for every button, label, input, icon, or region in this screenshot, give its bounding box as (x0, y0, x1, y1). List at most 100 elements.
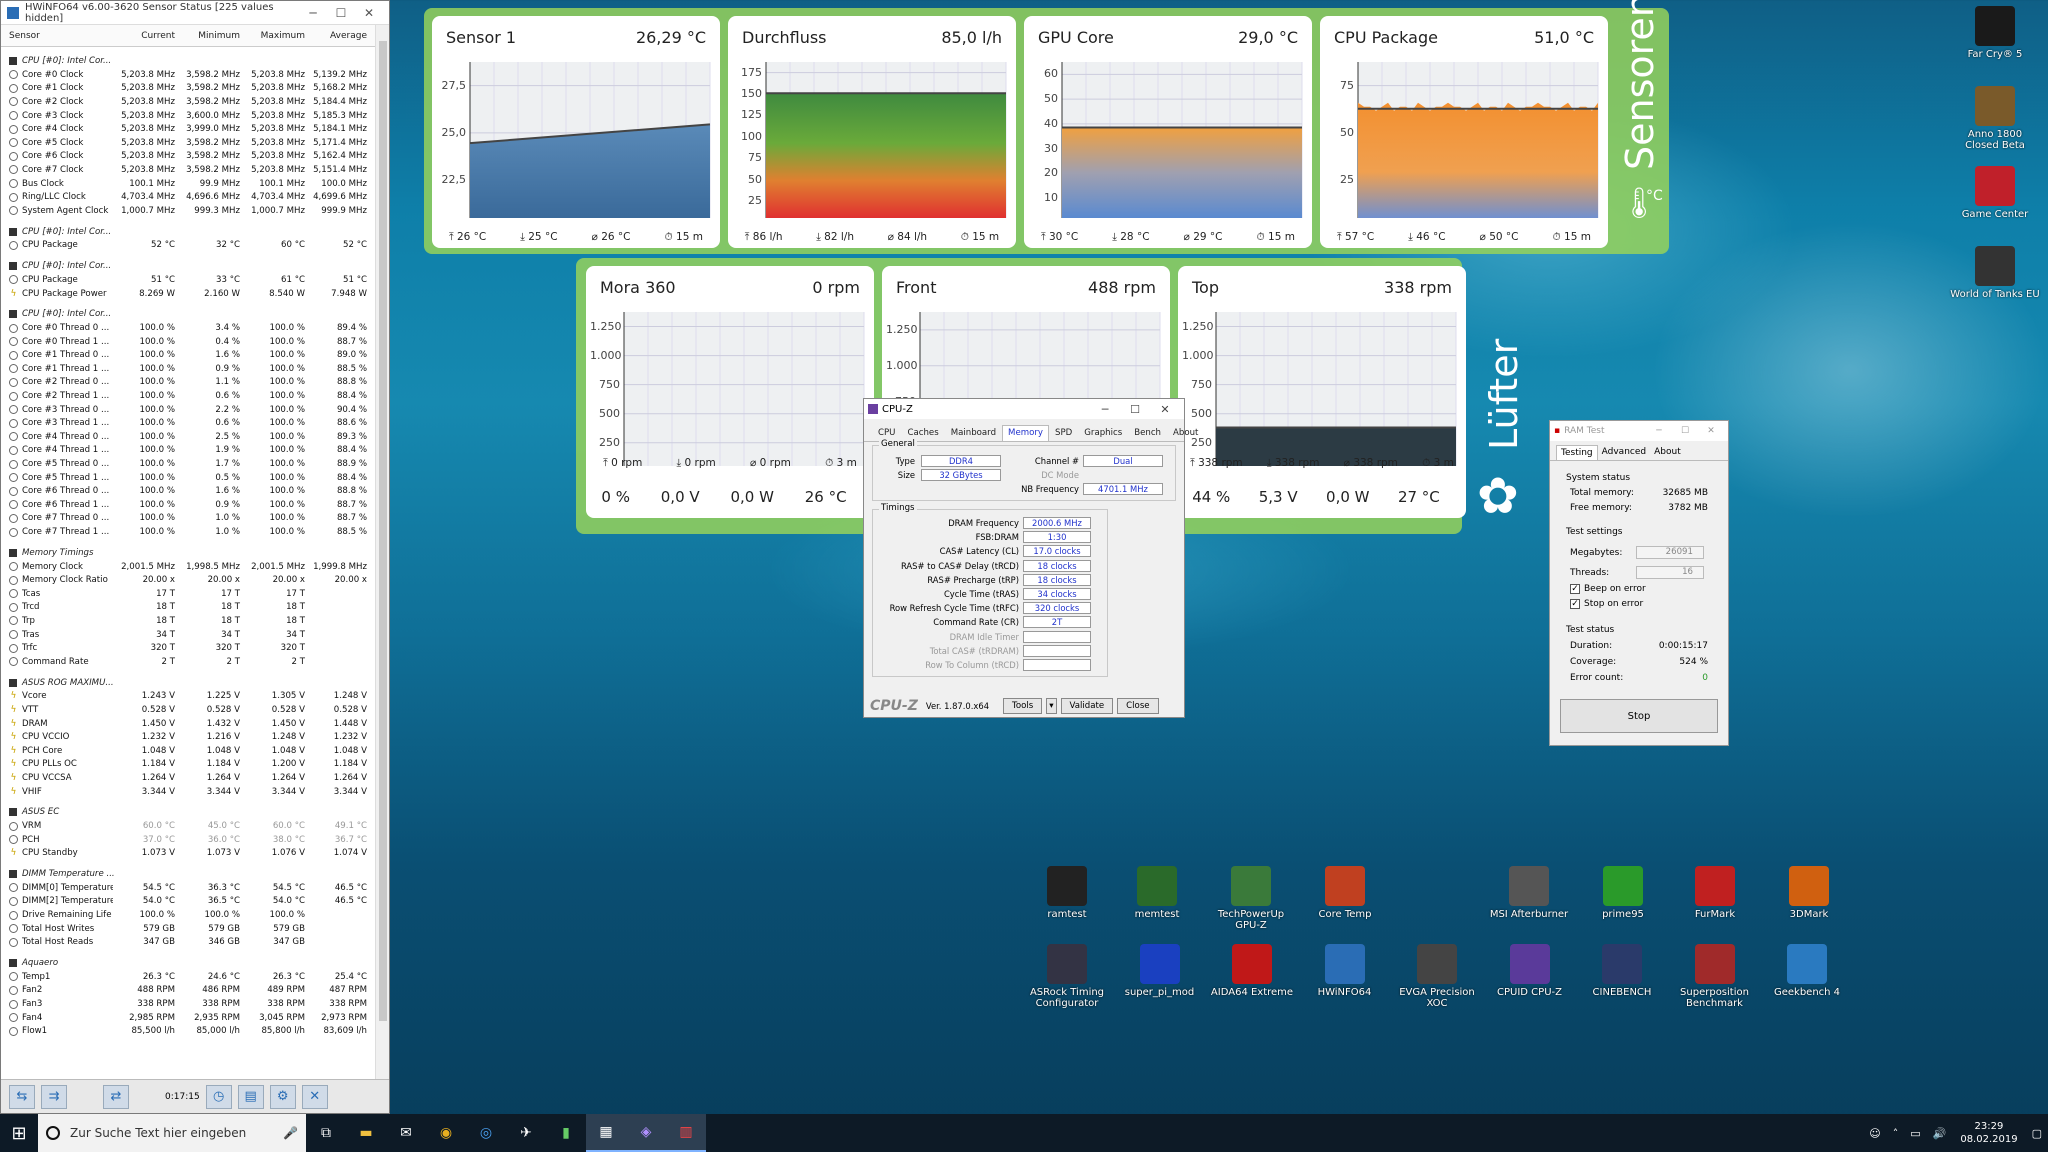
col-average[interactable]: Average (308, 31, 370, 41)
table-row[interactable]: Tras 34 T 34 T 34 T (1, 628, 375, 642)
scrollbar-thumb[interactable] (379, 41, 387, 1021)
desktop-icon[interactable]: prime95 (1578, 866, 1668, 920)
threads-input[interactable]: 16 (1636, 566, 1704, 579)
sensor-group[interactable]: CPU [#0]: Intel Cor... (1, 54, 375, 68)
close-button[interactable]: Close (1117, 698, 1159, 714)
table-row[interactable]: Total Host Writes 579 GB 579 GB 579 GB (1, 922, 375, 936)
table-row[interactable]: Core #5 Clock 5,203.8 MHz 3,598.2 MHz 5,203… (1, 136, 375, 150)
tab-spd[interactable]: SPD (1049, 425, 1078, 441)
table-row[interactable]: ϟ CPU VCCIO 1.232 V 1.216 V 1.248 V 1.232 V (1, 730, 375, 744)
table-row[interactable]: Core #4 Clock 5,203.8 MHz 3,999.0 MHz 5,203… (1, 122, 375, 136)
col-sensor[interactable]: Sensor (1, 31, 113, 41)
desktop-icon[interactable]: ASRock Timing Configurator (1022, 944, 1112, 1009)
table-row[interactable]: Fan3 338 RPM 338 RPM 338 RPM 338 RPM (1, 997, 375, 1011)
table-row[interactable]: Core #4 Thread 1 ... 100.0 % 1.9 % 100.0 % 8… (1, 444, 375, 458)
cpuz-titlebar[interactable]: CPU-Z ─ ☐ ✕ (864, 399, 1184, 419)
tab-graphics[interactable]: Graphics (1078, 425, 1128, 441)
network-icon[interactable]: ⇄ (103, 1084, 129, 1109)
col-maximum[interactable]: Maximum (243, 31, 308, 41)
sensor-group[interactable]: Aquaero (1, 956, 375, 970)
table-row[interactable]: Fan4 2,985 RPM 2,935 RPM 3,045 RPM 2,973 RPM (1, 1011, 375, 1025)
table-row[interactable]: Core #0 Thread 1 ... 100.0 % 0.4 % 100.0 % 8… (1, 335, 375, 349)
table-row[interactable]: ϟ DRAM 1.450 V 1.432 V 1.450 V 1.448 V (1, 717, 375, 731)
table-row[interactable]: Command Rate 2 T 2 T 2 T (1, 655, 375, 669)
tab-testing[interactable]: Testing (1556, 445, 1598, 460)
desktop-icon[interactable]: FurMark (1670, 866, 1760, 920)
table-row[interactable]: DIMM[2] Temperature 54.0 °C 36.5 °C 54.0 °C… (1, 895, 375, 909)
sensor-group[interactable]: CPU [#0]: Intel Cor... (1, 225, 375, 239)
desktop-icon[interactable]: TechPowerUp GPU-Z (1206, 866, 1296, 931)
table-row[interactable]: Trcd 18 T 18 T 18 T (1, 601, 375, 615)
table-row[interactable]: Core #0 Thread 0 ... 100.0 % 3.4 % 100.0 % 8… (1, 321, 375, 335)
desktop-icon[interactable]: super_pi_mod (1115, 944, 1205, 998)
maximize-button[interactable]: ☐ (1672, 426, 1698, 436)
table-row[interactable]: Core #5 Thread 1 ... 100.0 % 0.5 % 100.0 % 8… (1, 471, 375, 485)
sensor-group[interactable]: DIMM Temperature ... (1, 867, 375, 881)
close-button[interactable]: ✕ (1698, 426, 1724, 436)
hwinfo-titlebar[interactable]: HWiNFO64 v6.00-3620 Sensor Status [225 v… (1, 1, 389, 25)
table-row[interactable]: Core #2 Clock 5,203.8 MHz 3,598.2 MHz 5,203… (1, 95, 375, 109)
clock-icon[interactable]: ◷ (205, 1084, 232, 1109)
tab-memory[interactable]: Memory (1002, 425, 1049, 441)
table-row[interactable]: VRM 60.0 °C 45.0 °C 60.0 °C 49.1 °C (1, 819, 375, 833)
sensor-group[interactable]: ASUS ROG MAXIMU... (1, 676, 375, 690)
validate-button[interactable]: Validate (1060, 698, 1114, 714)
cpuz-window[interactable]: CPU-Z ─ ☐ ✕ CPU Caches Mainboard Memory SPD G… (863, 398, 1198, 718)
desktop-icon[interactable]: Superposition Benchmark (1670, 944, 1760, 1009)
close-button[interactable]: ✕ (1150, 403, 1180, 416)
nav-right-icon[interactable]: ⇉ (41, 1084, 67, 1109)
table-row[interactable]: Core #6 Thread 1 ... 100.0 % 0.9 % 100.0 % 8… (1, 498, 375, 512)
gpuz-icon[interactable]: ▮ (546, 1114, 586, 1152)
table-row[interactable]: Total Host Reads 347 GB 346 GB 347 GB (1, 935, 375, 949)
close-icon[interactable]: ✕ (301, 1084, 328, 1109)
settings-icon[interactable]: ⚙ (269, 1084, 296, 1109)
table-row[interactable]: Core #1 Clock 5,203.8 MHz 3,598.2 MHz 5,203… (1, 82, 375, 96)
table-row[interactable]: Flow1 85,500 l/h 85,000 l/h 85,800 l/h 83,60… (1, 1024, 375, 1038)
table-row[interactable]: System Agent Clock 1,000.7 MHz 999.3 MHz 1,… (1, 204, 375, 218)
beep-on-error-checkbox[interactable]: ✓ Beep on error (1570, 584, 1646, 594)
table-row[interactable]: ϟ VHIF 3.344 V 3.344 V 3.344 V 3.344 V (1, 785, 375, 799)
microphone-icon[interactable]: 🎤 (283, 1126, 298, 1140)
hwinfo-taskbar-icon[interactable]: ▦ (586, 1114, 626, 1152)
megabytes-input[interactable]: 26091 (1636, 546, 1704, 559)
tools-dropdown[interactable]: ▾ (1046, 698, 1057, 714)
desktop-icon[interactable]: AIDA64 Extreme (1207, 944, 1297, 998)
network-icon[interactable]: ▭ (1910, 1127, 1920, 1140)
search-box[interactable]: Zur Suche Text hier eingeben 🎤 (38, 1114, 306, 1152)
desktop-icon[interactable]: Far Cry® 5 (1950, 6, 2040, 60)
chevron-up-icon[interactable]: ˄ (1893, 1127, 1899, 1140)
sensor-group[interactable]: CPU [#0]: Intel Cor... (1, 259, 375, 273)
tab-advanced[interactable]: Advanced (1598, 445, 1650, 460)
table-row[interactable]: Core #1 Thread 1 ... 100.0 % 0.9 % 100.0 % 8… (1, 362, 375, 376)
table-row[interactable]: Ring/LLC Clock 4,703.4 MHz 4,696.6 MHz 4,70… (1, 190, 375, 204)
table-row[interactable]: Drive Remaining Life 100.0 % 100.0 % 100.0 … (1, 908, 375, 922)
table-row[interactable]: Temp1 26.3 °C 24.6 °C 26.3 °C 25.4 °C (1, 970, 375, 984)
table-row[interactable]: Core #2 Thread 1 ... 100.0 % 0.6 % 100.0 % 8… (1, 389, 375, 403)
stop-on-error-checkbox[interactable]: ✓ Stop on error (1570, 599, 1643, 609)
close-button[interactable]: ✕ (355, 6, 383, 20)
table-row[interactable]: ϟ VTT 0.528 V 0.528 V 0.528 V 0.528 V (1, 703, 375, 717)
tab-mainboard[interactable]: Mainboard (945, 425, 1002, 441)
table-row[interactable]: Core #7 Thread 0 ... 100.0 % 1.0 % 100.0 % 8… (1, 512, 375, 526)
table-row[interactable]: ϟ CPU Standby 1.073 V 1.073 V 1.076 V 1.074 V (1, 847, 375, 861)
desktop-icon[interactable]: CPUID CPU-Z (1485, 944, 1575, 998)
column-header[interactable]: Sensor Current Minimum Maximum Average (1, 25, 389, 47)
tab-about[interactable]: About (1650, 445, 1685, 460)
tab-about[interactable]: About (1167, 425, 1204, 441)
sensor-group[interactable]: ASUS EC (1, 805, 375, 819)
scrollbar[interactable] (375, 25, 389, 1079)
afterburner-icon[interactable]: ✈ (506, 1114, 546, 1152)
table-row[interactable]: Fan2 488 RPM 486 RPM 489 RPM 487 RPM (1, 984, 375, 998)
browser-icon[interactable]: ◎ (466, 1114, 506, 1152)
table-row[interactable]: Core #7 Thread 1 ... 100.0 % 1.0 % 100.0 % 8… (1, 525, 375, 539)
desktop-icon[interactable]: Game Center (1950, 166, 2040, 220)
ramtest-taskbar-icon[interactable]: ▥ (666, 1114, 706, 1152)
table-row[interactable]: Core #2 Thread 0 ... 100.0 % 1.1 % 100.0 % 8… (1, 376, 375, 390)
desktop-icon[interactable]: memtest (1112, 866, 1202, 920)
desktop-icon[interactable]: 3DMark (1764, 866, 1854, 920)
tab-bench[interactable]: Bench (1128, 425, 1167, 441)
table-row[interactable]: Memory Clock 2,001.5 MHz 1,998.5 MHz 2,001.… (1, 560, 375, 574)
desktop-icon[interactable]: HWiNFO64 (1300, 944, 1390, 998)
table-row[interactable]: Memory Clock Ratio 20.00 x 20.00 x 20.00 x 2… (1, 573, 375, 587)
table-row[interactable]: DIMM[0] Temperature 54.5 °C 36.3 °C 54.5 °C… (1, 881, 375, 895)
